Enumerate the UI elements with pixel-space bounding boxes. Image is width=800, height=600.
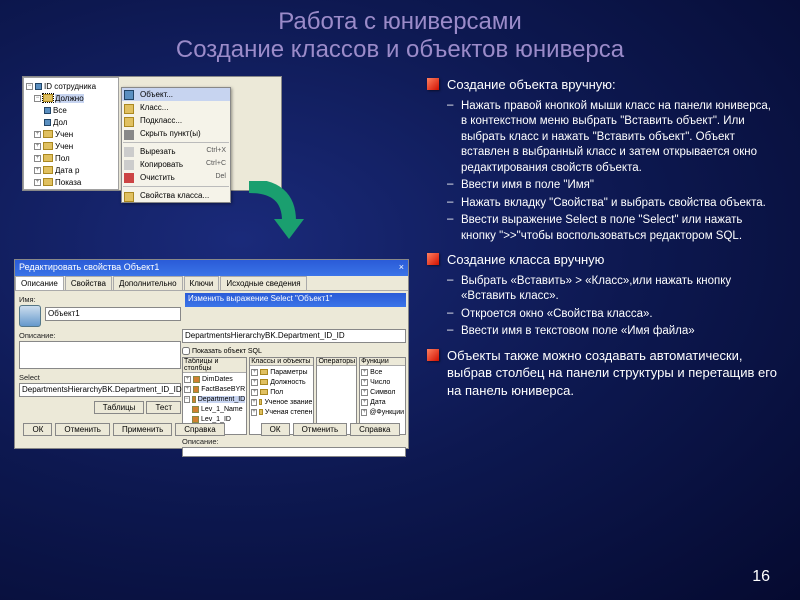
section1-list: Нажать правой кнопкой мыши класс на пане… (447, 98, 780, 246)
page-number: 16 (752, 568, 770, 586)
label-name: Имя: (19, 295, 181, 304)
tree-panel: −ID сотрудника −Должно Все Дол +Учен +Уч… (23, 77, 119, 190)
section3-text: Объекты также можно создавать автоматиче… (447, 347, 780, 400)
arrow-icon (234, 181, 312, 254)
test-button[interactable]: Тест (146, 401, 181, 414)
slide-title-1: Работа с юниверсами (0, 8, 800, 36)
help-button[interactable]: Справка (175, 423, 224, 436)
tab-description[interactable]: Описание (15, 276, 64, 290)
select-input[interactable]: DepartmentsHierarchyBK.Department_ID_ID (19, 383, 181, 397)
tab-source[interactable]: Исходные сведения (220, 276, 306, 290)
label-show-sql: Показать объект SQL (192, 348, 262, 355)
bullet-icon (427, 349, 439, 361)
menu-cut[interactable]: ВырезатьCtrl+X (122, 145, 230, 158)
bullet-icon (427, 78, 439, 90)
text-content: Создание объекта вручную: Нажать правой … (427, 76, 786, 449)
section2-list: Выбрать «Вставить» > «Класс»,или нажать … (447, 273, 780, 341)
label-desc: Описание: (19, 331, 181, 340)
menu-subclass[interactable]: Подкласс... (122, 114, 230, 127)
desc-input[interactable] (19, 341, 181, 369)
menu-object[interactable]: Объект... (122, 88, 230, 101)
bullet-icon (427, 253, 439, 265)
section1-heading: Создание объекта вручную: (447, 76, 616, 94)
label-select: Select (19, 373, 181, 382)
ok-button-2[interactable]: ОК (261, 423, 290, 436)
menu-hide[interactable]: Скрыть пункт(ы) (122, 127, 230, 140)
sql-expr-input[interactable]: DepartmentsHierarchyBK.Department_ID_ID (182, 329, 406, 343)
dialog-titlebar: Редактировать свойства Объект1× (15, 260, 408, 276)
tables-button[interactable]: Таблицы (94, 401, 145, 414)
illustration-area: −ID сотрудника −Должно Все Дол +Учен +Уч… (14, 76, 409, 449)
close-icon[interactable]: × (399, 262, 404, 274)
tab-advanced[interactable]: Дополнительно (113, 276, 183, 290)
menu-clear[interactable]: ОчиститьDel (122, 171, 230, 184)
cancel-button-2[interactable]: Отменить (293, 423, 348, 436)
help-button-2[interactable]: Справка (350, 423, 399, 436)
menu-class[interactable]: Класс... (122, 101, 230, 114)
slide-title-2: Создание классов и объектов юниверса (0, 36, 800, 64)
context-menu: Объект... Класс... Подкласс... Скрыть пу… (121, 87, 231, 203)
cancel-button[interactable]: Отменить (55, 423, 110, 436)
menu-copy[interactable]: КопироватьCtrl+C (122, 158, 230, 171)
subwin-title: Изменить выражение Select "Объект1" (185, 293, 406, 307)
show-sql-checkbox[interactable] (182, 347, 190, 355)
apply-button[interactable]: Применить (113, 423, 172, 436)
name-input[interactable]: Объект1 (45, 307, 181, 321)
object-icon (19, 305, 41, 327)
tree-window: −ID сотрудника −Должно Все Дол +Учен +Уч… (22, 76, 282, 191)
properties-dialog: Редактировать свойства Объект1× Описание… (14, 259, 409, 449)
section2-heading: Создание класса вручную (447, 251, 604, 269)
tab-properties[interactable]: Свойства (65, 276, 112, 290)
tab-keys[interactable]: Ключи (184, 276, 220, 290)
ok-button[interactable]: ОК (23, 423, 52, 436)
